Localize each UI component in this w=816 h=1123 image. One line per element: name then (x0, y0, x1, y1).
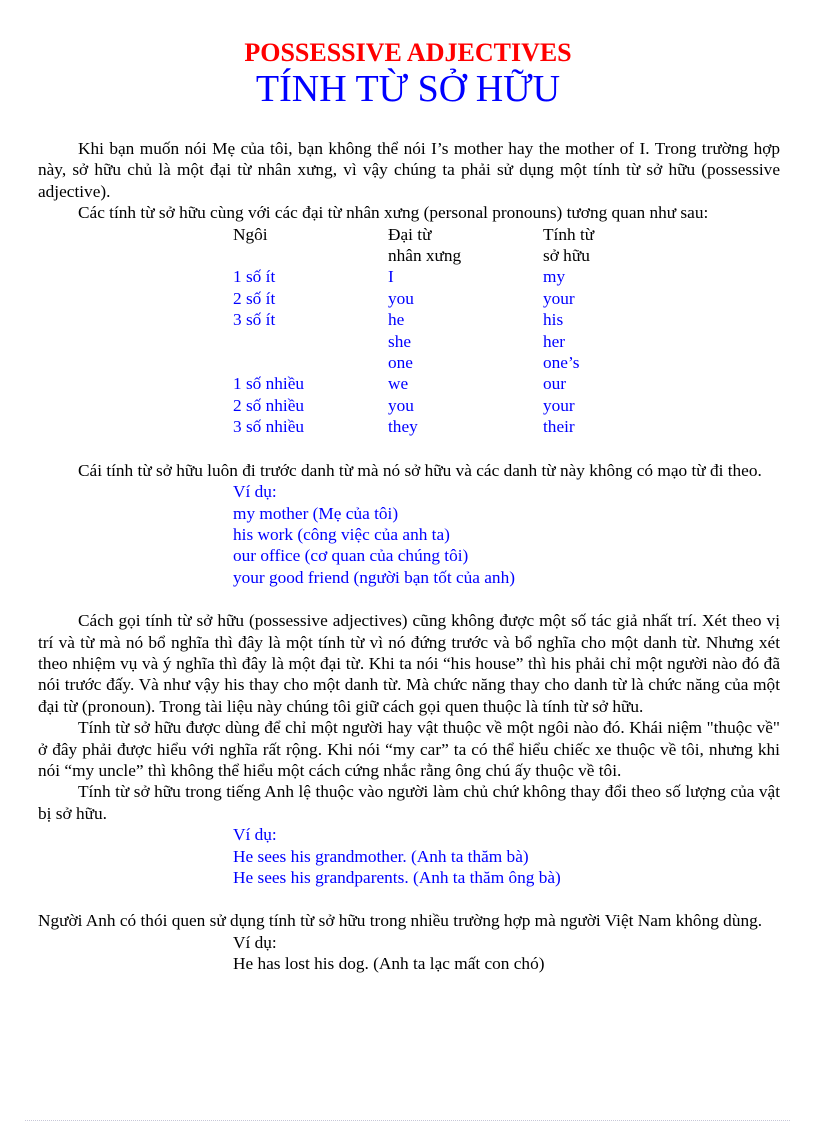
pronoun-table: Ngôi Đại từ nhân xưng Tính từ sở hữu 1 s… (233, 224, 663, 438)
cell-adjective: your (543, 288, 575, 308)
cell-adjective: their (543, 417, 575, 437)
section3-paragraph-2: Tính từ sở hữu được dùng để chỉ một ngườ… (38, 718, 780, 780)
header-pronoun: Đại từ nhân xưng (388, 224, 543, 267)
document-body: Khi bạn muốn nói Mẹ của tôi, bạn không t… (38, 138, 780, 975)
section3-examples: Ví dụ: He sees his grandmother. (Anh ta … (233, 824, 780, 888)
section3-paragraph-3: Tính từ sở hữu trong tiếng Anh lệ thuộc … (38, 782, 780, 823)
table-row: 2 số nhiều you your (233, 395, 663, 416)
table-row: 1 số ít I my (233, 266, 663, 287)
example-item: my mother (Mẹ của tôi) (233, 503, 399, 523)
section4-paragraph: Người Anh có thói quen sử dụng tính từ s… (38, 911, 763, 931)
cell-pronoun: we (388, 374, 409, 394)
table-row: 3 số nhiều they their (233, 416, 663, 437)
title-vietnamese: TÍNH TỪ SỞ HỮU (255, 68, 561, 110)
cell-adjective: one’s (543, 353, 580, 373)
cell-adjective: my (543, 267, 566, 287)
cell-adjective: his (543, 310, 564, 330)
section2-paragraph: Cái tính từ sở hữu luôn đi trước danh từ… (78, 460, 762, 480)
header-adjective-line2: sở hữu (543, 246, 590, 266)
table-row: she her (233, 331, 663, 352)
example-label: Ví dụ: (233, 932, 277, 952)
header-person-line1: Ngôi (233, 224, 268, 244)
cell-person (233, 331, 388, 352)
cell-person: 1 số nhiều (233, 374, 305, 394)
example-item: our office (cơ quan của chúng tôi) (233, 546, 469, 566)
cell-person (233, 352, 388, 373)
example-item: your good friend (người bạn tốt của anh) (233, 567, 515, 587)
example-label: Ví dụ: (233, 482, 277, 502)
table-row: one one’s (233, 352, 663, 373)
cell-pronoun: you (388, 288, 414, 308)
intro-paragraph-2: Các tính từ sở hữu cùng với các đại từ n… (78, 203, 709, 223)
section2-examples: Ví dụ: my mother (Mẹ của tôi) his work (… (233, 481, 780, 588)
table-row: 3 số ít he his (233, 309, 663, 330)
table-header-row: Ngôi Đại từ nhân xưng Tính từ sở hữu (233, 224, 663, 267)
cell-pronoun: they (388, 417, 418, 437)
example-item: He sees his grandmother. (Anh ta thăm bà… (233, 846, 529, 866)
table-row: 2 số ít you your (233, 288, 663, 309)
table-row: 1 số nhiều we our (233, 373, 663, 394)
header-pronoun-line2: nhân xưng (388, 246, 462, 266)
example-label: Ví dụ: (233, 825, 277, 845)
example-item: He has lost his dog. (Anh ta lạc mất con… (233, 954, 545, 974)
cell-person: 1 số ít (233, 267, 276, 287)
cell-adjective: your (543, 395, 575, 415)
cell-person: 3 số nhiều (233, 417, 305, 437)
page-break-divider (25, 1120, 790, 1121)
header-pronoun-line1: Đại từ (388, 224, 432, 244)
example-item: his work (công việc của anh ta) (233, 524, 450, 544)
cell-person: 2 số ít (233, 288, 276, 308)
header-person: Ngôi (233, 224, 388, 267)
cell-person: 2 số nhiều (233, 395, 305, 415)
title-english: POSSESSIVE ADJECTIVES (244, 38, 572, 67)
cell-pronoun: one (388, 353, 413, 373)
example-item: He sees his grandparents. (Anh ta thăm ô… (233, 868, 561, 887)
cell-adjective: her (543, 331, 566, 351)
intro-paragraph-1: Khi bạn muốn nói Mẹ của tôi, bạn không t… (38, 139, 780, 201)
header-adjective-line1: Tính từ (543, 224, 595, 244)
section3-paragraph-1: Cách gọi tính từ sở hữu (possessive adje… (38, 611, 780, 716)
cell-person: 3 số ít (233, 310, 276, 330)
cell-pronoun: she (388, 331, 412, 351)
cell-adjective: our (543, 374, 567, 394)
section4-examples: Ví dụ: He has lost his dog. (Anh ta lạc … (233, 932, 780, 975)
cell-pronoun: he (388, 310, 405, 330)
cell-pronoun: you (388, 395, 414, 415)
document-page: POSSESSIVE ADJECTIVES TÍNH TỪ SỞ HỮU Khi… (0, 0, 816, 1123)
header-adjective: Tính từ sở hữu (543, 224, 663, 267)
cell-pronoun: I (388, 267, 394, 287)
